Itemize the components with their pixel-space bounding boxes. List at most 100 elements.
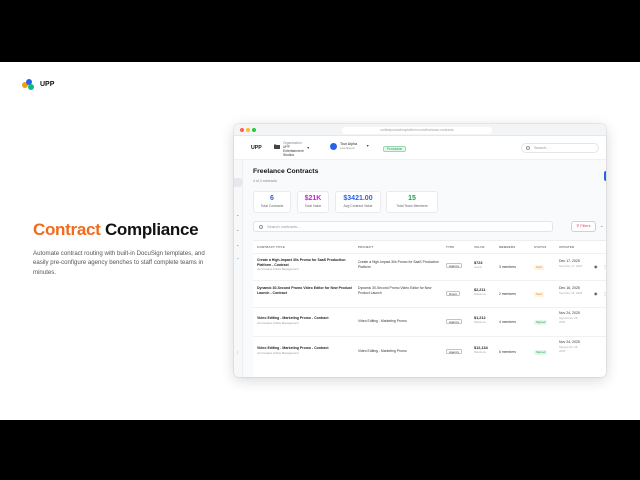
stat-value: $3421.00 — [343, 195, 373, 202]
environment-badge: Production — [383, 146, 407, 152]
chevron-down-icon[interactable]: ⌄ — [236, 227, 239, 232]
contract-search-placeholder: Search contracts... — [267, 224, 301, 229]
updated-date-text: Nov 24, 2025 — [559, 340, 580, 344]
hero-title-accent: Contract — [33, 220, 101, 239]
updated-date-text: Dec 16, 2025 — [559, 286, 580, 290]
updated-date: Nov 24, 2025 Signed Nov 25, 2025 — [559, 340, 581, 354]
value-type: Milestone — [474, 320, 486, 325]
chevron-down-icon: ▼ — [306, 146, 310, 150]
members-count: 6 members — [499, 350, 516, 354]
column-header[interactable]: MEMBERS — [499, 245, 515, 249]
filters-button[interactable]: ⚲ Filters — [571, 221, 596, 232]
column-header[interactable]: VALUE — [474, 245, 485, 249]
more-icon[interactable]: ⋮ — [603, 291, 606, 296]
type-badge: Agency — [446, 263, 463, 268]
value-type: Hourly — [474, 265, 483, 270]
status-badge: Signed — [534, 349, 548, 355]
value-amount: $723 — [474, 261, 483, 265]
contract-title[interactable]: Video Editing - Marketing Promo - Contra… — [257, 346, 357, 355]
hero-description: Automate contract routing with built-in … — [33, 250, 205, 276]
chevron-up-icon[interactable]: ⌃ — [236, 257, 239, 262]
stat-total-team-members: 15 Total Team Members — [386, 191, 438, 213]
value-amount: $2,211 — [474, 288, 486, 292]
search-icon — [258, 224, 263, 229]
contract-title-text: Video Editing - Marketing Promo - Contra… — [257, 346, 329, 350]
brand-logo: UPP — [22, 79, 54, 90]
contract-title[interactable]: Dynamic 30-Second Promo Video Editor for… — [257, 286, 357, 295]
type-badge: Direct — [446, 291, 460, 296]
chevron-down-icon[interactable]: ⌄ — [236, 212, 239, 217]
more-icon[interactable]: ⋮ — [603, 264, 606, 269]
contract-project: Dynamic 30-Second Promo Video Editor for… — [358, 286, 432, 295]
hero-title-rest: Compliance — [104, 220, 199, 239]
table-row[interactable]: Dynamic 30-Second Promo Video Editor for… — [253, 280, 606, 307]
table-row[interactable]: Create a High-Impact 30s Promo for SaaS … — [253, 253, 606, 280]
more-icon[interactable]: ⋮ — [236, 350, 239, 354]
contract-title[interactable]: Video Editing - Marketing Promo - Contra… — [257, 316, 357, 325]
slide: UPP Contract Compliance Automate contrac… — [0, 62, 640, 420]
updated-sub: Signed Nov 25, 2025 — [559, 344, 579, 354]
updated-sub: Sent Dec 16, 2025 — [559, 290, 583, 295]
contracts-table: CONTRACT TITLE PROJECT TYPE VALUE MEMBER… — [253, 240, 606, 377]
members-count: 4 members — [499, 320, 516, 324]
workspace-switcher[interactable]: Tour Alpha Live Event ▼ — [330, 142, 369, 150]
value-amount: $1,212 — [474, 316, 486, 320]
main-content: Freelance Contracts 4 of 4 contracts 6 T… — [243, 160, 606, 377]
table-row[interactable]: Video Editing - Marketing Promo - Contra… — [253, 336, 606, 366]
close-dot[interactable] — [240, 128, 244, 132]
status-badge: Sent — [534, 264, 545, 270]
global-search-input[interactable]: Search... — [521, 143, 599, 153]
workspace-sub: Live Event — [340, 146, 355, 151]
app-brand[interactable]: UPP — [251, 145, 262, 151]
column-header[interactable]: TYPE — [446, 245, 454, 249]
contract-title-text: Dynamic 30-Second Promo Video Editor for… — [257, 286, 352, 295]
table-row[interactable]: Video Editing - Marketing Promo - Contra… — [253, 307, 606, 336]
value-type: Milestone — [474, 292, 486, 297]
contract-search-input[interactable]: Search contracts... — [253, 221, 553, 232]
status-badge: Signed — [534, 319, 548, 325]
column-header[interactable]: UPDATED — [559, 245, 574, 249]
stat-value: 15 — [408, 195, 416, 202]
updated-sub: Signed Nov 25, 2025 — [559, 315, 579, 325]
contract-value: $723 Hourly — [474, 261, 482, 270]
contract-title[interactable]: Create a High-Impact 30s Promo for SaaS … — [257, 258, 357, 272]
contract-value: $1,212 Milestone — [474, 316, 486, 325]
upp-logo-icon — [22, 79, 34, 90]
minimize-dot[interactable] — [246, 128, 250, 132]
page-title: Freelance Contracts — [253, 168, 319, 175]
contract-title-text: Create a High-Impact 30s Promo for SaaS … — [257, 258, 346, 267]
hero-title: Contract Compliance — [33, 220, 199, 240]
avatar — [330, 142, 337, 150]
contract-agency: via Creative Artists Management — [257, 267, 299, 272]
column-header[interactable]: PROJECT — [358, 245, 373, 249]
chevron-down-icon[interactable]: ⌄ — [236, 242, 239, 247]
app-window: unifiedproductionplatform.com/freelance-… — [234, 124, 606, 377]
address-bar[interactable]: unifiedproductionplatform.com/freelance-… — [342, 126, 492, 134]
type-badge: Agency — [446, 319, 463, 324]
stat-value: 6 — [270, 195, 274, 202]
contract-title-text: Video Editing - Marketing Promo - Contra… — [257, 316, 329, 320]
brand-name: UPP — [40, 81, 55, 88]
maximize-dot[interactable] — [252, 128, 256, 132]
chevron-down-icon: ▼ — [365, 144, 370, 149]
contract-project: Video Editing - Marketing Promo — [358, 318, 407, 323]
eye-icon[interactable]: ◉ — [594, 264, 598, 269]
column-header[interactable]: STATUS — [534, 245, 546, 249]
sidebar-toggle[interactable] — [234, 178, 243, 187]
eye-icon[interactable]: ◉ — [594, 291, 598, 296]
new-contract-button[interactable] — [604, 171, 606, 181]
stat-label: Total Value — [304, 203, 322, 208]
contract-agency: via Creative Artists Management — [257, 350, 299, 355]
org-switcher[interactable]: Organization UPP Entertainment Studios ▼ — [274, 141, 310, 157]
stat-label: Avg Contract Value — [343, 203, 373, 208]
chevron-down-icon[interactable]: ⌄ — [600, 223, 603, 228]
stat-total-contracts: 6 Total Contracts — [253, 191, 291, 213]
app-topbar: UPP Organization UPP Entertainment Studi… — [234, 136, 606, 160]
browser-chrome: unifiedproductionplatform.com/freelance-… — [234, 124, 606, 136]
column-header[interactable]: CONTRACT TITLE — [257, 245, 285, 249]
type-badge: Agency — [446, 349, 463, 354]
updated-date: Dec 16, 2025 Sent Dec 16, 2025 — [559, 286, 582, 295]
global-search-placeholder: Search... — [534, 146, 550, 150]
updated-date: Nov 24, 2025 Signed Nov 25, 2025 — [559, 311, 581, 325]
updated-date: Dec 17, 2025 Sent Dec 17, 2025 — [559, 259, 582, 268]
